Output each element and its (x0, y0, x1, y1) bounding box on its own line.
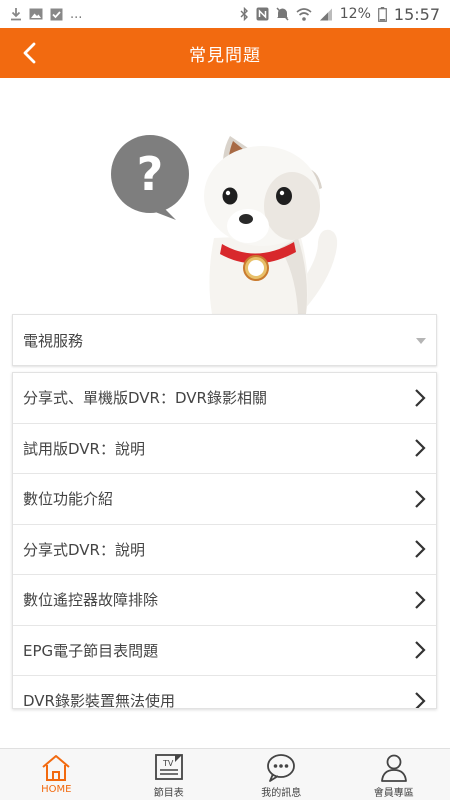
chevron-right-icon (415, 641, 426, 660)
bottom-nav: HOME TV 節目表 我的訊息 會員專區 (0, 748, 450, 800)
question-mark: ? (137, 147, 164, 201)
battery-icon (377, 6, 387, 22)
nfc-icon (256, 7, 269, 21)
member-icon (380, 754, 407, 782)
question-bubble-icon: ? (111, 135, 189, 220)
download-icon (11, 8, 21, 21)
nav-item-home[interactable]: HOME (0, 749, 113, 800)
chevron-right-icon (415, 590, 426, 609)
faq-item[interactable]: DVR錄影裝置無法使用 (13, 676, 436, 709)
wifi-icon (296, 7, 312, 21)
nav-item-member[interactable]: 會員專區 (338, 749, 450, 800)
home-icon (42, 755, 70, 781)
chevron-right-icon (415, 439, 426, 458)
chevron-right-icon (415, 540, 426, 559)
status-bar: ... 12% 15:57 (0, 0, 450, 28)
page-title: 常見問題 (189, 45, 261, 66)
tv-guide-icon: TV (154, 754, 183, 780)
more-notifications: ... (70, 6, 83, 22)
chevron-right-icon (415, 388, 426, 407)
chevron-right-icon (415, 691, 426, 708)
nav-item-messages[interactable]: 我的訊息 (225, 749, 338, 800)
nav-label-home: HOME (41, 784, 72, 795)
faq-item-label: 數位遙控器故障排除 (23, 591, 159, 610)
mascot-illustration: ? (111, 135, 338, 314)
nav-label-messages: 我的訊息 (261, 788, 302, 799)
dog-mascot (204, 136, 338, 314)
mute-icon (276, 7, 289, 21)
faq-item[interactable]: 試用版DVR：說明 (13, 424, 436, 474)
faq-item-label: EPG電子節目表問題 (23, 641, 159, 660)
faq-item[interactable]: 分享式DVR：說明 (13, 525, 436, 575)
signal-icon (319, 8, 332, 20)
faq-item-label: 分享式DVR：說明 (23, 540, 145, 559)
image-icon (29, 8, 43, 20)
nav-label-member: 會員專區 (373, 788, 414, 799)
app-bar: 常見問題 (0, 28, 450, 78)
faq-item-label: 試用版DVR：說明 (23, 439, 145, 458)
battery-percent: 12% (339, 6, 371, 22)
faq-item[interactable]: 分享式、單機版DVR：DVR錄影相關 (13, 373, 436, 424)
status-right: 12% 15:57 (240, 5, 440, 24)
tv-icon-text: TV (162, 759, 174, 768)
status-left: ... (10, 7, 82, 21)
nav-label-tv-guide: 節目表 (153, 788, 184, 799)
faq-item[interactable]: EPG電子節目表問題 (13, 626, 436, 676)
dropdown-caret-icon (416, 338, 426, 344)
nav-item-tv-guide[interactable]: TV 節目表 (113, 749, 226, 800)
faq-item-label: DVR錄影裝置無法使用 (23, 692, 175, 709)
hero-banner: ? (0, 78, 450, 314)
faq-item[interactable]: 數位遙控器故障排除 (13, 575, 436, 626)
back-button[interactable] (10, 34, 48, 72)
faq-list: 分享式、單機版DVR：DVR錄影相關 試用版DVR：說明 數位功能介紹 分享式D… (12, 372, 437, 709)
chevron-right-icon (415, 489, 426, 508)
category-dropdown[interactable]: 電視服務 (12, 314, 437, 366)
clock: 15:57 (393, 4, 440, 24)
faq-item-label: 數位功能介紹 (23, 490, 114, 509)
faq-item[interactable]: 數位功能介紹 (13, 474, 436, 525)
bluetooth-icon (240, 7, 248, 21)
chat-bubble-icon (267, 754, 296, 782)
back-arrow-icon (23, 42, 36, 64)
faq-item-label: 分享式、單機版DVR：DVR錄影相關 (23, 389, 267, 408)
checkbox-icon (50, 8, 63, 20)
category-selected-label: 電視服務 (23, 331, 84, 350)
